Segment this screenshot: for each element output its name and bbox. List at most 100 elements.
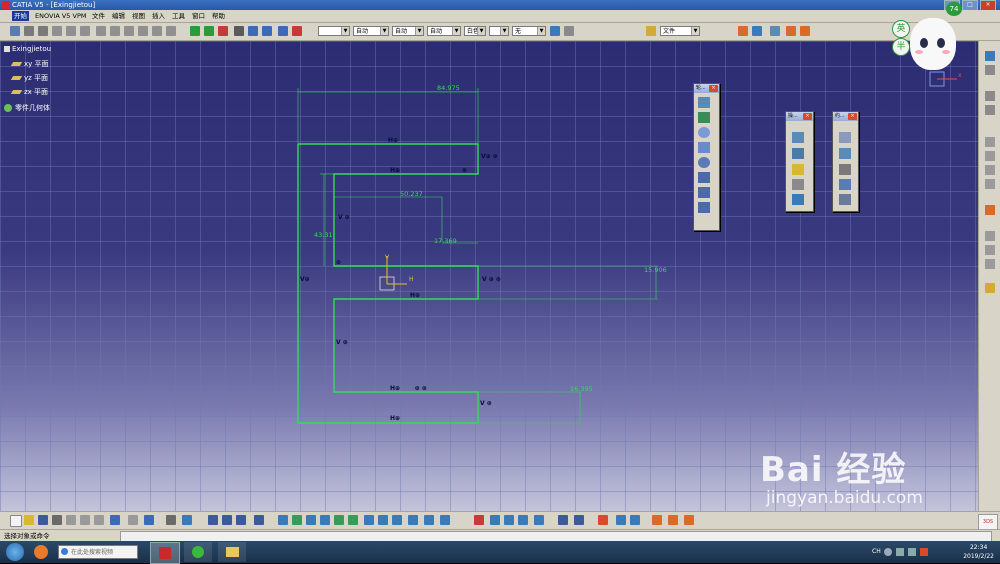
snap-icon[interactable] [752,26,762,36]
iso-view-icon[interactable] [392,515,402,525]
geom-icon[interactable] [518,515,528,525]
contact-constraint-icon[interactable] [839,164,851,175]
measure-icon[interactable] [598,515,608,525]
shading-icon[interactable] [408,515,418,525]
spline-icon[interactable] [698,142,710,153]
color-combo[interactable]: 白色 ▼ [464,26,486,36]
apply-material-icon[interactable] [292,26,302,36]
thickness-combo[interactable]: 自动 ▼ [427,26,461,36]
print-icon[interactable] [52,515,62,525]
undo-icon[interactable] [24,26,34,36]
menu-window[interactable]: 窗口 [190,11,207,21]
transparency-combo[interactable]: ▼ [489,26,509,36]
menu-tools[interactable]: 工具 [170,11,187,21]
comment-icon[interactable] [182,515,192,525]
rotate-icon[interactable] [320,515,330,525]
pan-icon[interactable] [190,26,200,36]
tree-item-yz-plane[interactable]: yz 平面 [10,73,48,83]
rectangle-icon[interactable] [698,112,710,123]
notification-counter[interactable]: 74 [946,2,962,16]
fly-icon[interactable] [278,515,288,525]
material-icon[interactable] [616,515,626,525]
hole-icon[interactable] [124,26,134,36]
dim-inner-width[interactable]: 50.237 [400,190,423,198]
chamfer-icon[interactable] [792,148,804,159]
palette-close-button[interactable]: × [709,85,718,92]
sketch-solve-icon[interactable] [490,515,500,525]
save-icon[interactable] [38,515,48,525]
volume-icon[interactable] [908,548,916,556]
hide-show-icon[interactable] [424,515,434,525]
line-type-combo[interactable]: 自动 ▼ [392,26,424,36]
point-icon[interactable] [698,202,710,213]
pocket-icon[interactable] [80,26,90,36]
dim-constraint-icon[interactable] [985,151,995,161]
shaft-icon[interactable] [96,26,106,36]
construction-icon[interactable] [985,105,995,115]
dim-inner-height[interactable]: 43.31 [314,231,333,239]
help-tray-icon[interactable] [884,548,892,556]
palette-close-button[interactable]: × [803,113,812,120]
tree-root[interactable]: Exingjietou [4,45,51,53]
tree-item-xy-plane[interactable]: xy 平面 [10,59,49,69]
geom-constraint-icon[interactable] [985,137,995,147]
auto-constraint-icon[interactable] [985,165,995,175]
redo-icon[interactable] [128,515,138,525]
line-icon[interactable] [698,172,710,183]
ime-halfwidth-badge[interactable]: 半 [892,38,910,56]
pan-icon[interactable] [306,515,316,525]
new-file-icon[interactable] [10,515,22,527]
analysis-icon[interactable] [630,515,640,525]
open-file-icon[interactable] [24,515,34,525]
menu-file[interactable]: 文件 [90,11,107,21]
undo-icon[interactable] [110,515,120,525]
dim-middle-height[interactable]: 15.906 [644,266,667,274]
axis-line-icon[interactable] [698,187,710,198]
taskbar-wechat[interactable] [184,542,212,562]
knowledge-icon[interactable] [254,515,264,525]
dim-offset[interactable]: 17.369 [434,237,457,245]
browser-icon[interactable] [34,545,48,559]
taskbar-search[interactable]: 在此处搜索视频 [58,545,138,559]
constraint-icon[interactable] [248,26,258,36]
show-icon[interactable] [985,259,995,269]
zoom-in-icon[interactable] [334,515,344,525]
measure-icon[interactable] [218,26,228,36]
folder-icon[interactable] [646,26,656,36]
taskbar-catia[interactable] [150,542,180,564]
rib-icon[interactable] [138,26,148,36]
cat-mascot-icon[interactable] [910,18,956,70]
dim-total-width[interactable]: 84.975 [437,84,460,92]
multi-view-icon[interactable] [378,515,388,525]
sketch-analysis-icon[interactable] [985,65,995,75]
animate-icon[interactable] [985,179,995,189]
start-button[interactable] [6,543,24,561]
pencil-icon[interactable] [234,26,244,36]
groove-icon[interactable] [110,26,120,36]
circle-icon[interactable] [698,127,710,138]
mirror-icon[interactable] [792,179,804,190]
diagnosis-icon[interactable] [534,515,544,525]
constraint-dialog-icon[interactable] [839,132,851,143]
redo-icon[interactable] [38,26,48,36]
trim-icon[interactable] [792,164,804,175]
visu-icon[interactable] [504,515,514,525]
move-icon[interactable] [204,26,214,36]
catalog-icon[interactable] [222,515,232,525]
fix-together-icon[interactable] [839,179,851,190]
knowledge-rule-icon[interactable] [652,515,662,525]
copy-icon[interactable] [80,515,90,525]
layer-combo[interactable]: 无 ▼ [512,26,546,36]
corner-icon[interactable] [792,132,804,143]
paste-icon[interactable] [94,515,104,525]
grid-icon[interactable] [738,26,748,36]
profile-icon[interactable] [698,97,710,108]
constraint-icon[interactable] [839,148,851,159]
project-icon[interactable] [792,194,804,205]
line-weight-combo[interactable]: 自动 ▼ [353,26,389,36]
cut-icon[interactable] [66,515,76,525]
reaction-icon[interactable] [668,515,678,525]
language-indicator[interactable]: CH [872,548,881,555]
tree-item-part-body[interactable]: 零件几何体 [4,103,50,113]
paintbrush-icon[interactable] [550,26,560,36]
